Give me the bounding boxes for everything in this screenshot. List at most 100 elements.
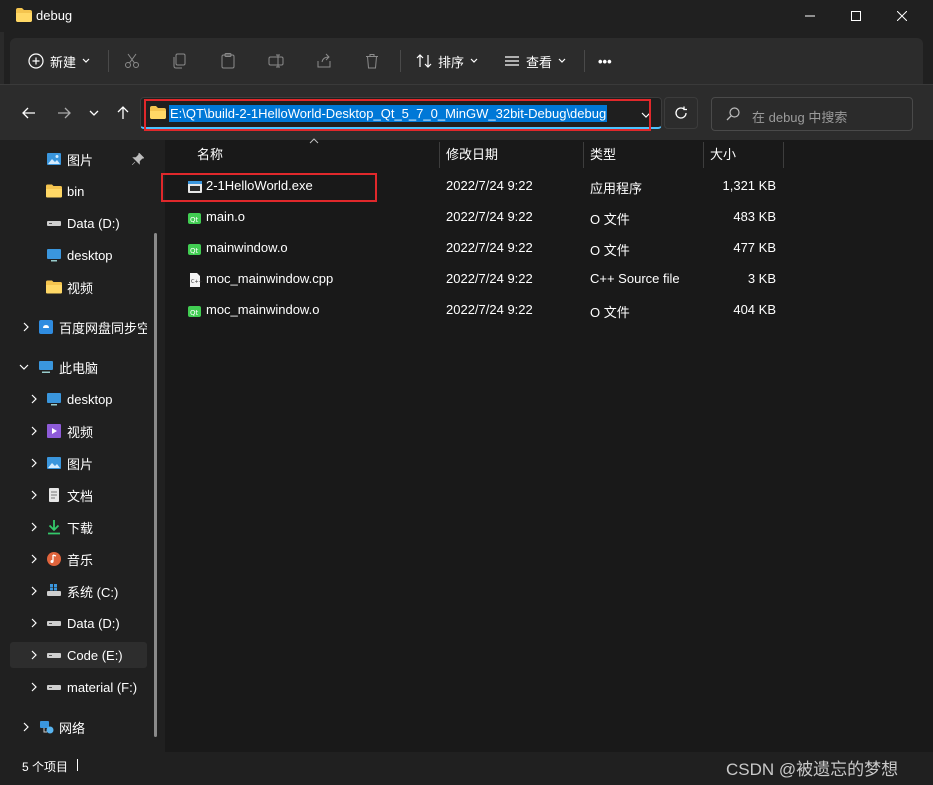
column-name[interactable]: 名称 (197, 142, 223, 168)
drive-icon (47, 685, 61, 690)
chevron-right-icon (31, 458, 37, 468)
sidebar-scrollbar[interactable] (154, 233, 157, 737)
pictures-icon (47, 457, 61, 469)
window-title: debug (36, 8, 73, 23)
chevron-down-icon (19, 364, 29, 370)
sidebar-item-this-pc[interactable]: 此电脑 (10, 354, 147, 380)
music-icon (47, 552, 61, 566)
column-divider[interactable] (439, 142, 440, 168)
rename-button[interactable] (268, 38, 284, 84)
sidebar-item-documents[interactable]: 文档 (10, 482, 147, 508)
windows-drive-icon (47, 584, 61, 596)
file-row[interactable]: Qt mainwindow.o 2022/7/24 9:22 O 文件 477 … (165, 234, 785, 265)
file-type: O 文件 (590, 305, 630, 320)
sidebar-item-data-d-drive[interactable]: Data (D:) (10, 610, 147, 636)
network-icon (40, 721, 54, 734)
sidebar-item-data-d[interactable]: Data (D:) (10, 210, 147, 236)
file-size: 3 KB (747, 271, 776, 286)
explorer-window: debug 新建 排序 查看 ••• E:\QT\build-2-1HelloW… (0, 0, 933, 785)
recent-locations-button[interactable] (83, 103, 105, 123)
toolbar-divider (108, 50, 109, 72)
new-button[interactable]: 新建 (28, 38, 90, 84)
sidebar-item-material-f[interactable]: material (F:) (10, 674, 147, 700)
paste-button[interactable] (220, 38, 236, 84)
close-icon (897, 11, 907, 21)
column-size[interactable]: 大小 (710, 142, 736, 168)
forward-button[interactable] (53, 103, 75, 123)
drive-icon (47, 221, 61, 226)
new-label: 新建 (50, 54, 77, 70)
file-row[interactable]: C++ moc_mainwindow.cpp 2022/7/24 9:22 C+… (165, 265, 785, 296)
toolbar-divider (400, 50, 401, 72)
sidebar-item-music[interactable]: 音乐 (10, 546, 147, 572)
videos-icon (47, 424, 61, 438)
folder-icon (46, 280, 62, 294)
sidebar-item-code-e[interactable]: Code (E:) (10, 642, 147, 668)
sidebar-item-baidu-sync[interactable]: 百度网盘同步空间 (10, 314, 147, 340)
trash-icon (366, 54, 378, 69)
file-modified: 2022/7/24 9:22 (446, 240, 533, 255)
sidebar-item-videos-pinned[interactable]: 视频 (10, 274, 147, 300)
file-size: 1,321 KB (722, 178, 777, 193)
back-button[interactable] (18, 103, 40, 123)
cpp-file-icon: C++ (190, 273, 203, 287)
sidebar-item-desktop-pinned[interactable]: desktop (10, 242, 147, 268)
sort-button[interactable]: 排序 (416, 38, 478, 84)
maximize-button[interactable] (833, 0, 879, 32)
desktop-icon (47, 393, 61, 406)
sidebar-item-system-c[interactable]: 系统 (C:) (10, 578, 147, 604)
chevron-right-icon (31, 554, 37, 564)
scissors-icon (125, 53, 139, 68)
chevron-right-icon (23, 722, 29, 732)
drive-icon (47, 621, 61, 626)
more-options-button[interactable]: ••• (598, 38, 612, 84)
column-divider[interactable] (783, 142, 784, 168)
plus-circle-icon (28, 53, 44, 69)
file-modified: 2022/7/24 9:22 (446, 209, 533, 224)
sidebar-item-downloads[interactable]: 下载 (10, 514, 147, 540)
search-placeholder: 在 debug 中搜索 (752, 110, 848, 125)
file-row[interactable]: Qt main.o 2022/7/24 9:22 O 文件 483 KB (165, 203, 785, 234)
chevron-right-icon (31, 522, 37, 532)
delete-button[interactable] (364, 38, 380, 84)
refresh-button[interactable] (664, 97, 698, 129)
view-label: 查看 (526, 54, 553, 70)
column-divider[interactable] (583, 142, 584, 168)
file-list: 名称 修改日期 类型 大小 2-1HelloWorld.exe 2022/7/2… (161, 138, 933, 752)
file-row[interactable]: Qt moc_mainwindow.o 2022/7/24 9:22 O 文件 … (165, 296, 785, 327)
close-button[interactable] (879, 0, 925, 32)
column-type[interactable]: 类型 (590, 142, 616, 168)
drive-icon (47, 653, 61, 658)
share-icon (317, 53, 331, 68)
view-button[interactable]: 查看 (504, 38, 566, 84)
column-modified[interactable]: 修改日期 (446, 142, 498, 168)
column-divider[interactable] (703, 142, 704, 168)
desktop-icon (47, 249, 61, 262)
rename-icon (268, 54, 284, 68)
minimize-button[interactable] (787, 0, 833, 32)
svg-text:Qt: Qt (190, 309, 199, 317)
minimize-icon (805, 15, 815, 17)
copy-button[interactable] (172, 38, 188, 84)
search-box[interactable]: 在 debug 中搜索 (711, 97, 913, 131)
pictures-icon (47, 153, 61, 165)
sidebar-item-desktop[interactable]: desktop (10, 386, 147, 412)
toolbar-divider (584, 50, 585, 72)
file-type: C++ Source file (590, 271, 680, 286)
sidebar-item-network[interactable]: 网络 (10, 714, 147, 740)
share-button[interactable] (316, 38, 332, 84)
navigation-pane: 图片 bin Data (D:) desktop 视频 百度网盘同步空间 此电 (0, 140, 160, 752)
sidebar-item-pictures[interactable]: 图片 (10, 450, 147, 476)
annotation-box-address (144, 99, 651, 131)
sidebar-item-pictures-pinned[interactable]: 图片 (10, 146, 147, 172)
chevron-right-icon (31, 426, 37, 436)
refresh-icon (675, 106, 687, 119)
up-button[interactable] (112, 103, 134, 123)
sidebar-item-bin[interactable]: bin (10, 178, 147, 204)
list-view-icon (505, 56, 519, 66)
search-icon (726, 107, 740, 124)
cut-button[interactable] (124, 38, 140, 84)
sidebar-item-videos[interactable]: 视频 (10, 418, 147, 444)
annotation-box-exe (161, 173, 377, 202)
file-name: moc_mainwindow.cpp (206, 271, 334, 286)
